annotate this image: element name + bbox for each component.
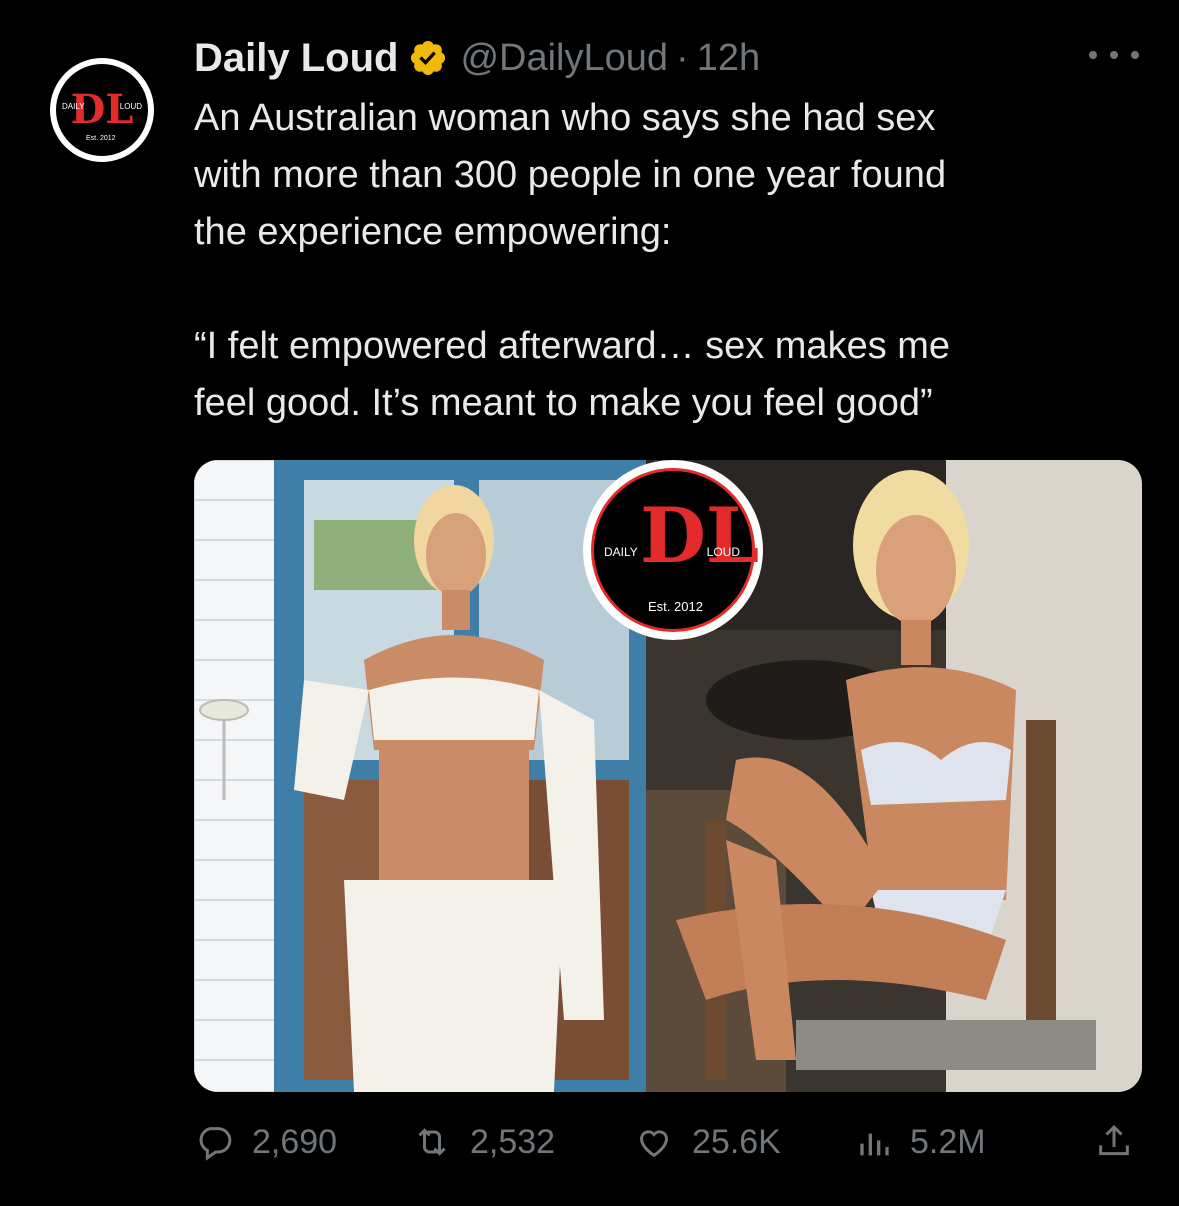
- share-button[interactable]: [1094, 1110, 1152, 1174]
- tweet-line: feel good. It’s meant to make you feel g…: [194, 382, 933, 424]
- tweet-time[interactable]: 12h: [697, 37, 760, 80]
- author-name[interactable]: Daily Loud: [194, 36, 398, 81]
- avatar-logo-loud: LOUD: [119, 102, 142, 111]
- separator-dot: ·: [676, 36, 689, 79]
- author-handle[interactable]: @DailyLoud: [460, 37, 668, 80]
- like-count: 25.6K: [692, 1122, 781, 1161]
- more-dot: [1131, 51, 1139, 59]
- more-icon[interactable]: [1089, 40, 1139, 70]
- badge-daily: DAILY: [604, 545, 638, 559]
- more-dot: [1110, 51, 1118, 59]
- tweet-line: with more than 300 people in one year fo…: [194, 154, 947, 196]
- daily-loud-logo-badge: DAILY DL LOUD Est. 2012: [583, 460, 763, 640]
- tweet-blank-line: [194, 261, 1134, 318]
- reply-button[interactable]: 2,690: [194, 1110, 337, 1174]
- photo-left-image: [194, 460, 646, 1092]
- tweet-text: An Australian woman who says she had sex…: [194, 90, 1134, 432]
- reply-count: 2,690: [252, 1122, 338, 1161]
- badge-loud: LOUD: [706, 545, 740, 559]
- avatar-logo-daily: DAILY: [62, 102, 85, 111]
- views-icon: [860, 1133, 889, 1156]
- tweet-line: An Australian woman who says she had sex: [194, 97, 936, 139]
- tweet-line: the experience empowering:: [194, 211, 672, 253]
- repost-icon: [418, 1128, 446, 1156]
- avatar[interactable]: DAILY DL LOUD Est. 2012: [50, 58, 154, 162]
- avatar-logo: DAILY DL LOUD Est. 2012: [56, 64, 148, 156]
- badge-inner: DAILY DL LOUD Est. 2012: [591, 468, 759, 632]
- like-icon: [639, 1130, 669, 1158]
- avatar-logo-est: Est. 2012: [86, 135, 116, 142]
- badge-est: Est. 2012: [648, 599, 703, 614]
- share-icon: [1099, 1124, 1129, 1156]
- verified-icon[interactable]: [408, 38, 448, 78]
- like-button[interactable]: 25.6K: [634, 1110, 781, 1174]
- views-button[interactable]: 5.2M: [852, 1110, 986, 1174]
- photo-left[interactable]: [194, 460, 646, 1092]
- tweet-line: “I felt empowered afterward… sex makes m…: [194, 325, 951, 367]
- tweet-header: Daily Loud @DailyLoud · 12h: [194, 30, 760, 86]
- repost-button[interactable]: 2,532: [412, 1110, 555, 1174]
- badge-dl: DL: [640, 491, 760, 580]
- reply-icon: [199, 1127, 232, 1161]
- views-count: 5.2M: [910, 1122, 986, 1161]
- repost-count: 2,532: [470, 1122, 556, 1161]
- more-dot: [1089, 51, 1097, 59]
- action-bar: 2,690 2,532 25.6K 5.2M: [194, 1110, 1142, 1174]
